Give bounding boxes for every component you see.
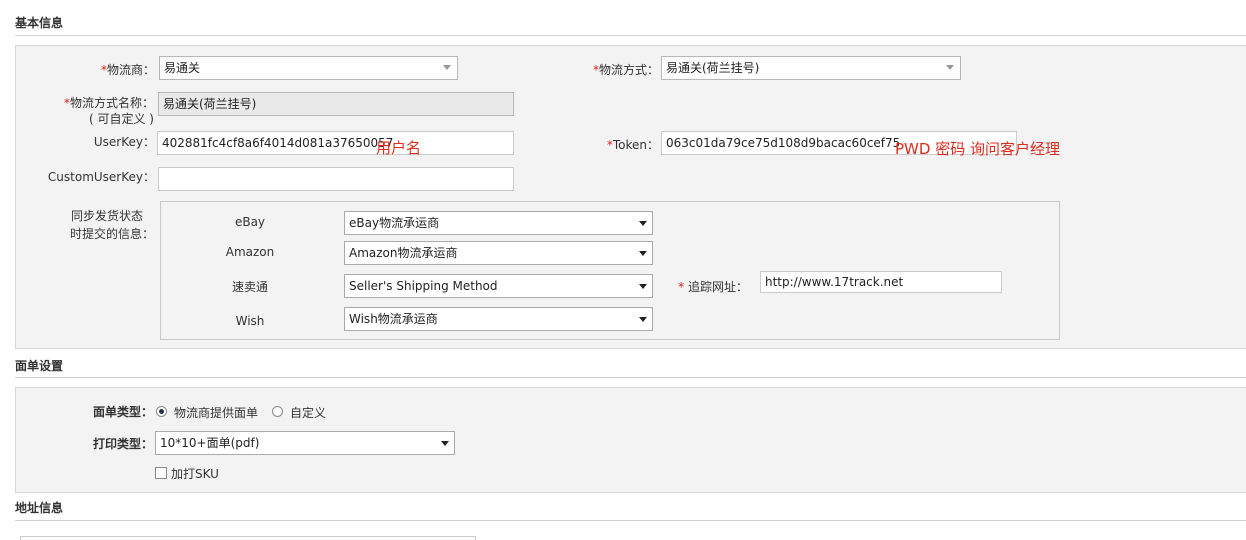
platform-label-amazon: Amazon (225, 245, 275, 259)
chevron-down-icon (946, 65, 954, 70)
sync-label-line2: 时提交的信息： (69, 227, 154, 241)
dropdown-arrow-icon (639, 221, 647, 226)
token-value: 063c01da79ce75d108d9bacac60cef75 (666, 136, 901, 150)
method-name-label: *物流方式名称： (63, 96, 154, 110)
print-sku-label: 加打SKU (171, 467, 219, 481)
token-label: *Token： (606, 138, 659, 152)
tracking-url-field[interactable]: http://www.17track.net (760, 271, 1002, 293)
print-sku-checkbox[interactable] (155, 467, 167, 479)
waybill-type-label: 面单类型： (92, 405, 153, 419)
method-name-field[interactable]: 易通关(荷兰挂号) (158, 92, 514, 116)
ebay-carrier-select[interactable]: eBay物流承运商 (344, 211, 653, 235)
carrier-value: 易通关 (164, 61, 201, 75)
method-name-sublabel: ( 可自定义 ) (89, 112, 154, 126)
print-type-label: 打印类型： (92, 437, 153, 451)
method-value: 易通关(荷兰挂号) (666, 61, 760, 75)
dropdown-arrow-icon (441, 441, 449, 446)
radio-custom[interactable] (272, 406, 283, 417)
divider (15, 377, 1246, 378)
platform-label-ebay: eBay (234, 215, 266, 229)
radio-carrier-provided[interactable] (156, 406, 167, 417)
sync-label-line1: 同步发货状态 (70, 209, 143, 223)
token-annotation: PWD 密码 询问客户经理 (895, 140, 1060, 158)
dropdown-arrow-icon (639, 251, 647, 256)
userkey-field[interactable]: 402881fc4cf8a6f4014d081a37650057 (157, 131, 514, 155)
radio-custom-label: 自定义 (290, 406, 327, 420)
dropdown-arrow-icon (639, 317, 647, 322)
print-type-select[interactable]: 10*10+面单(pdf) (155, 431, 455, 455)
platform-label-wish: Wish (235, 314, 265, 328)
custom-userkey-field[interactable] (158, 167, 514, 191)
divider (15, 35, 1246, 36)
method-combobox[interactable]: 易通关(荷兰挂号) (661, 56, 961, 80)
section-title-basic: 基本信息 (15, 16, 64, 30)
method-label: *物流方式： (592, 63, 659, 77)
tracking-url-label: * 追踪网址： (678, 280, 748, 294)
address-panel-edge (20, 536, 476, 540)
userkey-annotation: 用户名 (376, 139, 422, 157)
carrier-label: *物流商： (100, 63, 155, 77)
dropdown-arrow-icon (639, 284, 647, 289)
amazon-carrier-select[interactable]: Amazon物流承运商 (344, 241, 653, 265)
section-title-waybill: 面单设置 (15, 359, 64, 373)
chevron-down-icon (443, 65, 451, 70)
wish-carrier-select[interactable]: Wish物流承运商 (344, 307, 653, 331)
userkey-value: 402881fc4cf8a6f4014d081a37650057 (162, 136, 394, 150)
custom-userkey-label: CustomUserKey： (47, 170, 155, 184)
platform-label-aliexpress: 速卖通 (231, 280, 268, 294)
carrier-combobox[interactable]: 易通关 (159, 56, 458, 80)
aliexpress-carrier-select[interactable]: Seller's Shipping Method (344, 274, 653, 298)
userkey-label: UserKey： (93, 135, 155, 149)
divider (15, 520, 1246, 521)
section-title-address: 地址信息 (15, 501, 64, 515)
radio-carrier-provided-label: 物流商提供面单 (174, 406, 259, 420)
